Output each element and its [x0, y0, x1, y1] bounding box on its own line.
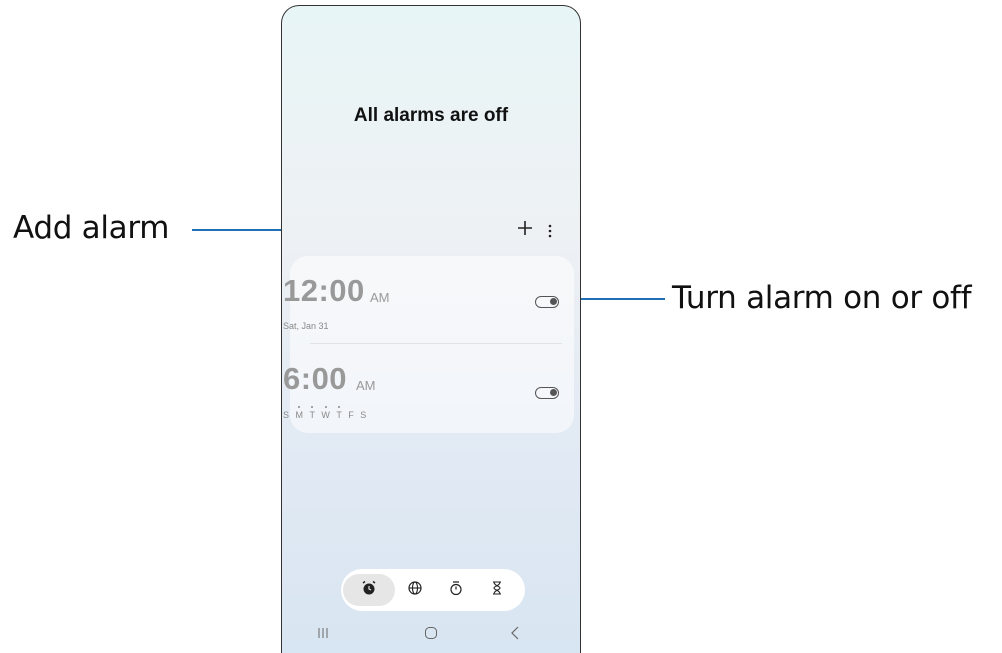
- bottom-nav: [341, 569, 525, 611]
- tab-world-clock[interactable]: [395, 574, 435, 606]
- alarm-ampm: AM: [356, 378, 376, 393]
- alarm-ampm: AM: [370, 290, 390, 305]
- day-label: T: [336, 410, 344, 420]
- more-vertical-icon[interactable]: [547, 221, 553, 243]
- alarm-clock-icon: [361, 580, 377, 601]
- day-label: F: [348, 410, 356, 420]
- phone-screen: All alarms are off 12:00 AM Sat, Jan 31 …: [281, 5, 581, 653]
- back-icon[interactable]: [510, 626, 520, 644]
- day-label: W: [321, 410, 332, 420]
- alarm-time: 12:00: [283, 273, 365, 308]
- hourglass-icon: [489, 580, 505, 601]
- tab-timer[interactable]: [477, 574, 517, 606]
- toggle-callout: Turn alarm on or off: [672, 280, 972, 316]
- alarm-date: Sat, Jan 31: [283, 321, 329, 331]
- plus-icon[interactable]: [516, 219, 534, 241]
- globe-icon: [407, 580, 423, 601]
- alarm-toggle[interactable]: [535, 387, 559, 399]
- toggle-knob: [550, 389, 557, 396]
- toggle-knob: [550, 298, 557, 305]
- alarm-toggle[interactable]: [535, 296, 559, 308]
- day-label: S: [283, 410, 292, 420]
- alarm-list-card: 12:00 AM Sat, Jan 31 6:00 AM S M T W T F…: [283, 256, 574, 433]
- stopwatch-icon: [448, 580, 464, 601]
- alarm-time: 6:00: [283, 361, 348, 396]
- page-title: All alarms are off: [353, 105, 509, 126]
- day-label: M: [295, 410, 306, 420]
- home-icon[interactable]: [424, 626, 438, 644]
- tab-stopwatch[interactable]: [436, 574, 476, 606]
- divider: [310, 343, 562, 344]
- recent-apps-icon[interactable]: [317, 626, 329, 643]
- tab-alarm[interactable]: [343, 574, 395, 606]
- alarm-repeat-days: S M T W T F S: [283, 410, 368, 420]
- day-label: S: [360, 410, 369, 420]
- add-alarm-callout: Add alarm: [13, 210, 170, 246]
- day-label: T: [309, 410, 317, 420]
